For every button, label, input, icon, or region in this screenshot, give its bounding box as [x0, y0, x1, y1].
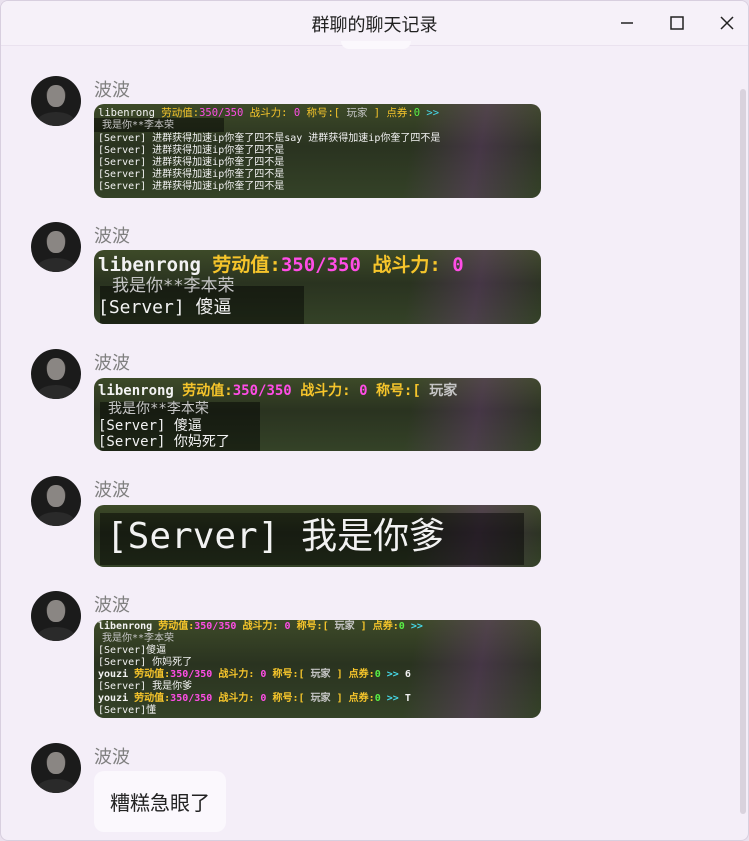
title-bar: 群聊的聊天记录 — [1, 1, 748, 46]
minimize-button[interactable] — [607, 7, 647, 39]
chat-line: 我是你**李本荣 — [102, 120, 175, 131]
avatar[interactable] — [31, 76, 81, 126]
avatar[interactable] — [31, 349, 81, 399]
sender-name: 波波 — [94, 226, 130, 247]
player-status-line: libenrong 劳动值:350/350 战斗力: 0 称号:[ 玩家 ] 点… — [98, 107, 440, 119]
maximize-icon — [670, 16, 684, 30]
chat-line: [Server] 傻逼 — [98, 297, 232, 318]
chat-line: [Server] 你妈死了 — [98, 657, 193, 668]
chat-line: [Server]懂 — [98, 705, 157, 716]
chat-line: [Server]傻逼 — [98, 645, 167, 656]
chat-line: [Server] 进群获得加速ip你奎了四不是say 进群获得加速ip你奎了四不… — [98, 133, 441, 144]
game-screenshot-image[interactable]: libenrong 劳动值:350/350 战斗力: 0 我是你**李本荣 [S… — [94, 250, 541, 324]
chat-history-window: 群聊的聊天记录 波波 libenrong 劳动值:350/350 战斗力: 0 … — [0, 0, 749, 841]
load-more-tab — [341, 41, 411, 49]
chat-line: 我是你**李本荣 — [108, 401, 209, 417]
maximize-button[interactable] — [657, 7, 697, 39]
chat-line: [Server] 进群获得加速ip你奎了四不是 — [98, 169, 285, 180]
game-screenshot-image[interactable]: [Server] 我是你爹 — [94, 505, 541, 567]
avatar[interactable] — [31, 591, 81, 641]
avatar[interactable] — [31, 222, 81, 272]
close-button[interactable] — [707, 7, 747, 39]
sender-name: 波波 — [94, 595, 130, 616]
player-status-line: libenrong 劳动值:350/350 战斗力: 0 称号:[ 玩家 ] 点… — [98, 621, 423, 632]
game-screenshot-image[interactable]: libenrong 劳动值:350/350 战斗力: 0 称号:[ 玩家 ] 点… — [94, 620, 541, 718]
sender-name: 波波 — [94, 353, 130, 374]
avatar[interactable] — [31, 743, 81, 793]
sender-name: 波波 — [94, 80, 130, 101]
avatar[interactable] — [31, 476, 81, 526]
close-icon — [720, 16, 734, 30]
text-message-bubble[interactable]: 糟糕急眼了 — [94, 771, 226, 832]
sender-name: 波波 — [94, 747, 130, 768]
sender-name: 波波 — [94, 480, 130, 501]
chat-line: [Server] 进群获得加速ip你奎了四不是 — [98, 157, 285, 168]
player-status-line: youzi 劳动值:350/350 战斗力: 0 称号:[ 玩家 ] 点券:0 … — [98, 693, 411, 704]
chat-line: [Server] 进群获得加速ip你奎了四不是 — [98, 145, 285, 156]
player-status-line: libenrong 劳动值:350/350 战斗力: 0 — [98, 254, 464, 276]
player-status-line: libenrong 劳动值:350/350 战斗力: 0 称号:[ 玩家 — [98, 383, 458, 399]
scrollbar[interactable] — [740, 89, 746, 814]
chat-line: [Server] 我是你爹 — [98, 681, 193, 692]
chat-line: [Server] 你妈死了 — [98, 434, 230, 450]
game-screenshot-image[interactable]: libenrong 劳动值:350/350 战斗力: 0 称号:[ 玩家 ] 点… — [94, 104, 541, 198]
player-status-line: youzi 劳动值:350/350 战斗力: 0 称号:[ 玩家 ] 点券:0 … — [98, 669, 411, 680]
game-screenshot-image[interactable]: libenrong 劳动值:350/350 战斗力: 0 称号:[ 玩家 我是你… — [94, 378, 541, 451]
chat-line: [Server] 傻逼 — [98, 418, 202, 434]
chat-line: 我是你**李本荣 — [112, 276, 235, 296]
chat-line: [Server] 进群获得加速ip你奎了四不是 — [98, 181, 285, 192]
chat-line: 我是你**李本荣 — [102, 633, 175, 644]
minimize-icon — [621, 22, 633, 24]
chat-line: [Server] 我是你爹 — [106, 516, 446, 557]
